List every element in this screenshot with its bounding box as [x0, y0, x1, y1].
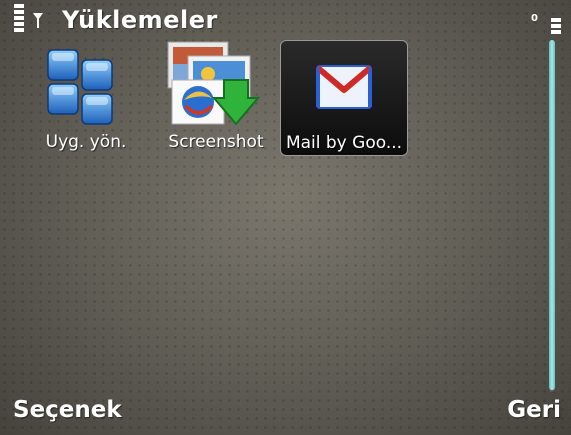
app-item-mail-by-google[interactable]: Mail by Goo...	[280, 40, 408, 156]
app-manager-icon	[47, 49, 113, 125]
gmail-envelope-icon	[316, 65, 372, 109]
status-bar: Yüklemeler 0	[0, 0, 571, 38]
antenna-icon	[33, 13, 43, 28]
app-label: Mail by Goo...	[285, 133, 403, 153]
options-softkey[interactable]: Seçenek	[13, 397, 122, 423]
battery-level-icon	[551, 18, 561, 36]
page-title: Yüklemeler	[62, 6, 218, 34]
app-label: Screenshot	[168, 132, 264, 152]
back-softkey[interactable]: Geri	[507, 397, 561, 423]
scrollbar[interactable]	[546, 40, 558, 392]
app-item-app-manager[interactable]: Uyg. yön.	[22, 40, 150, 156]
signal-strength-icon	[14, 4, 24, 34]
scrollbar-thumb[interactable]	[549, 40, 555, 390]
app-item-screenshot[interactable]: Screenshot	[152, 40, 280, 156]
app-grid: Uyg. yön. Screenshot Mail by Goo...	[0, 40, 540, 380]
battery-text: 0	[531, 13, 538, 24]
app-label: Uyg. yön.	[45, 132, 127, 152]
screenshot-app-icon	[167, 41, 261, 126]
